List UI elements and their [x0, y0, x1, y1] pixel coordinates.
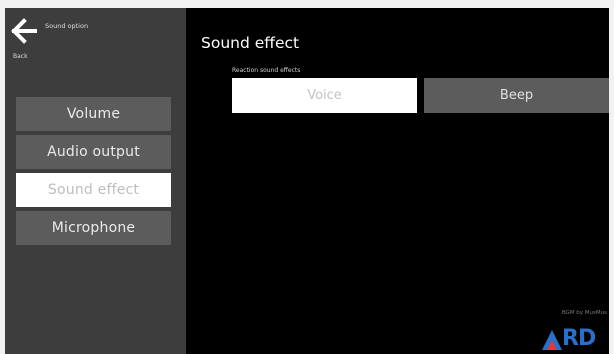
brand-logo: RD	[542, 326, 609, 354]
back-button[interactable]: Back	[11, 18, 37, 60]
logo-mark-icon	[542, 330, 562, 350]
logo-text: RD	[562, 326, 596, 351]
sidebar-item-volume[interactable]: Volume	[16, 97, 171, 131]
app-screen: Back Sound option Volume Audio output So…	[5, 8, 609, 354]
section-label: Reaction sound effects	[232, 67, 301, 74]
bgm-credit: BGM by MusMus	[561, 310, 607, 316]
back-label: Back	[13, 53, 28, 60]
voice-option-button[interactable]: Voice	[232, 78, 417, 113]
sidebar-item-microphone[interactable]: Microphone	[16, 211, 171, 245]
page-title: Sound effect	[201, 34, 300, 52]
arrow-left-icon	[11, 18, 37, 44]
main-panel: Sound effect Reaction sound effects Voic…	[186, 8, 609, 354]
sidebar-title: Sound option	[45, 22, 89, 30]
beep-option-button[interactable]: Beep	[424, 78, 609, 113]
sidebar-item-sound-effect[interactable]: Sound effect	[16, 173, 171, 207]
sidebar: Back Sound option Volume Audio output So…	[5, 8, 186, 354]
sidebar-item-audio-output[interactable]: Audio output	[16, 135, 171, 169]
